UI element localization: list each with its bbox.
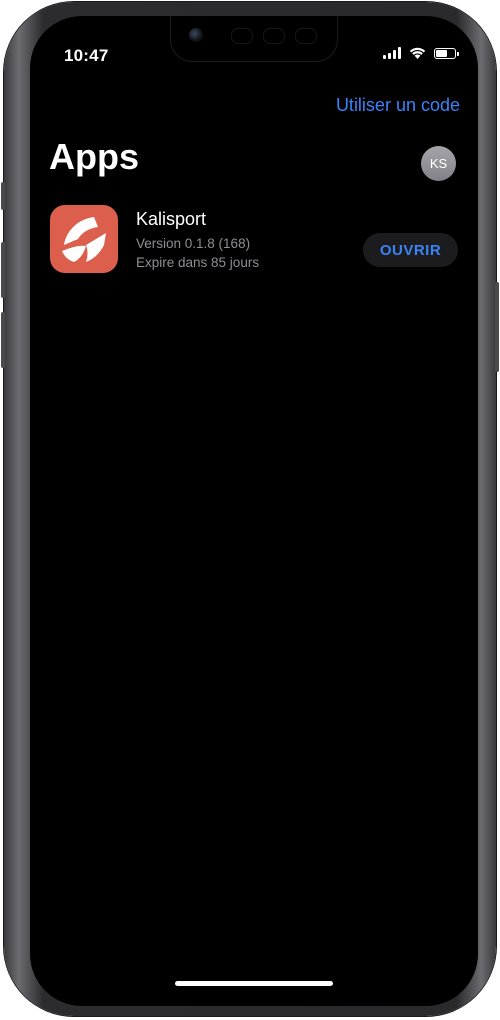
sensor	[263, 28, 285, 44]
status-time: 10:47	[64, 46, 109, 65]
avatar[interactable]: KS	[421, 146, 456, 181]
kalisport-logo-icon	[50, 205, 118, 273]
volume-down-button	[1, 312, 5, 368]
screen: 10:47 Utiliser un code Apps KS Kalisport…	[30, 16, 478, 1006]
sensor	[231, 28, 253, 44]
app-expiry: Expire dans 85 jours	[136, 255, 260, 270]
status-icons	[383, 47, 459, 59]
front-camera	[189, 28, 203, 42]
open-app-button[interactable]: OUVRIR	[363, 233, 458, 267]
app-name: Kalisport	[136, 209, 207, 229]
wifi-icon	[409, 47, 426, 59]
cellular-signal-icon	[383, 47, 401, 59]
page-title: Apps	[49, 136, 139, 177]
battery-level	[436, 49, 448, 57]
home-indicator[interactable]	[175, 981, 333, 986]
power-button	[495, 282, 499, 372]
list-item[interactable]: Kalisport Version 0.1.8 (168) Expire dan…	[50, 205, 460, 273]
kalisport-logo-icon	[62, 217, 106, 262]
battery-tip	[457, 51, 459, 56]
action-button	[1, 182, 5, 210]
app-version: Version 0.1.8 (168)	[136, 236, 251, 251]
volume-up-button	[1, 242, 5, 298]
notch	[170, 16, 338, 62]
device-frame: 10:47 Utiliser un code Apps KS Kalisport…	[1, 2, 499, 1016]
sensor	[295, 28, 317, 44]
use-code-link[interactable]: Utiliser un code	[336, 95, 460, 116]
battery-icon	[434, 47, 459, 59]
